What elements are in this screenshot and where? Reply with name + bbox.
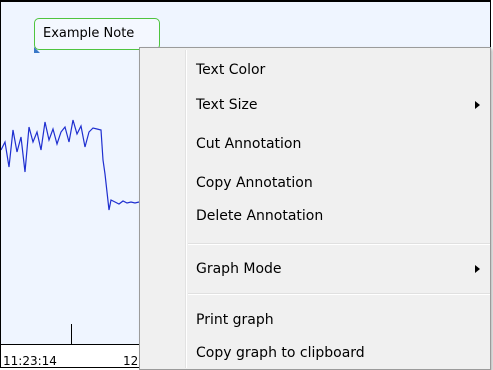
annotation-note[interactable]: Example Note: [34, 18, 160, 50]
context-menu: Text Color Text Size Cut Annotation Copy…: [139, 47, 491, 370]
menu-item-print-graph[interactable]: Print graph: [196, 307, 274, 333]
menu-item-text-size[interactable]: Text Size: [196, 92, 258, 118]
graph-series-line: [1, 119, 140, 211]
x-axis-label: 12: [123, 354, 139, 368]
menu-item-graph-mode[interactable]: Graph Mode: [196, 256, 282, 282]
submenu-arrow-icon: [475, 265, 480, 273]
x-axis-tick: [71, 324, 72, 344]
x-axis-label: 11:23:14: [3, 354, 57, 368]
menu-icon-gutter: [185, 50, 187, 368]
x-axis-line: [1, 344, 141, 345]
menu-item-cut-annotation[interactable]: Cut Annotation: [196, 131, 301, 157]
menu-item-text-color[interactable]: Text Color: [196, 57, 265, 83]
menu-item-copy-graph[interactable]: Copy graph to clipboard: [196, 340, 365, 366]
menu-separator: [188, 243, 490, 245]
menu-item-copy-annotation[interactable]: Copy Annotation: [196, 170, 313, 196]
menu-item-delete-annotation[interactable]: Delete Annotation: [196, 203, 323, 229]
menu-separator: [188, 293, 490, 295]
note-anchor-icon: [34, 47, 40, 53]
submenu-arrow-icon: [475, 101, 480, 109]
